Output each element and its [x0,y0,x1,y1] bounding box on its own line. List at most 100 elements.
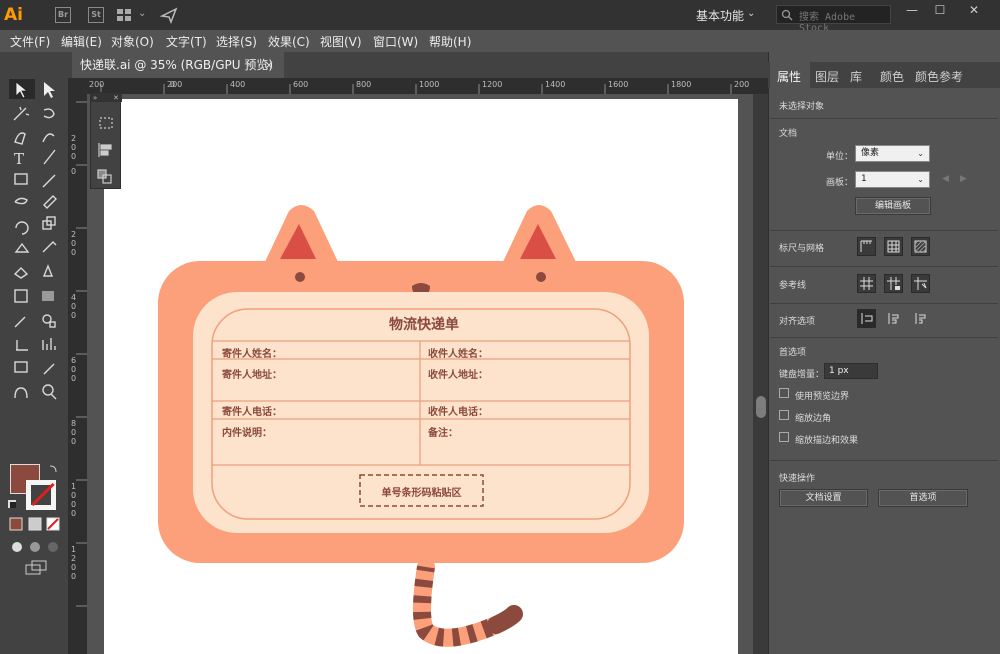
tab-layers[interactable]: 图层 [815,68,839,85]
align-to-selection-icon[interactable] [857,309,876,328]
next-artboard-icon[interactable]: ▶ [960,174,967,184]
svg-text:»: » [93,94,97,102]
menu-select[interactable]: 选择(S) [216,33,257,50]
smart-guides-icon[interactable] [911,274,930,293]
bridge-button[interactable]: Br [55,7,71,23]
align-panel-icons: » ✕ [91,93,122,184]
scale-corners-label: 缩放边角 [795,414,832,424]
ruler-v-label: 1 0 0 0 [71,482,77,518]
keyboard-increment-label: 键盘增量： [779,370,825,380]
units-dropdown[interactable]: 像素 ⌄ [855,145,930,162]
menu-file[interactable]: 文件(F) [10,33,50,50]
quick-actions-title: 快速操作 [779,474,816,484]
floating-align-panel: » ✕ [90,92,122,189]
menu-object[interactable]: 对象(O) [111,33,154,50]
menu-window[interactable]: 窗口(W) [373,33,418,50]
divider [770,460,998,461]
workspace-switcher[interactable]: 基本功能 [696,7,744,24]
chevron-down-icon: ⌄ [917,175,924,184]
menu-help[interactable]: 帮助(H) [429,33,471,50]
receiver-name-label: 收件人姓名： [428,349,488,360]
scale-corners-checkbox[interactable] [779,410,789,420]
guides-title: 参考线 [779,281,807,291]
transparency-grid-icon[interactable] [911,237,930,256]
scrollbar-thumb[interactable] [756,396,766,418]
document-setup-button[interactable]: 文档设置 [779,489,868,507]
edit-artboards-button[interactable]: 编辑画板 [855,197,931,215]
units-label: 单位： [826,152,854,162]
close-tab-icon[interactable]: × [264,52,274,78]
vertical-ruler[interactable]: 2 0 0 0 2 0 0 4 0 0 6 0 0 8 0 0 1 0 0 0 … [68,94,87,654]
ruler-origin[interactable] [68,78,87,94]
tab-color[interactable]: 颜色 [880,68,904,85]
vertical-scrollbar[interactable] [753,94,768,654]
tab-libraries[interactable]: 库 [850,68,862,85]
artboard-dropdown[interactable]: 1 ⌄ [855,171,930,188]
document-tab[interactable]: 快递联.ai @ 35% (RGB/GPU 预览) × [72,52,284,78]
sender-phone-label: 寄件人电话： [222,407,282,418]
tab-color-guide[interactable]: 颜色参考 [915,68,963,85]
document-section-title: 文档 [779,129,798,139]
title-bar: Ai Br St ⌄ 基本功能 ⌄ 搜索 Adobe Stock — ☐ ✕ [0,0,1000,34]
document-tab-title: 快递联.ai @ 35% (RGB/GPU 预览) [80,58,274,72]
search-icon [781,9,793,21]
show-guides-icon[interactable] [857,274,876,293]
keyboard-increment-input[interactable]: 1 px [824,363,878,379]
artboard[interactable]: 物流快递单 寄件人姓名： 收件人姓名： 寄件人地址： 收件人地址： 寄件人电话：… [104,99,738,654]
chevron-down-icon[interactable]: ⌄ [747,8,755,19]
tab-properties[interactable]: 属性 [777,68,801,85]
ruler-v-label: 1 2 0 0 [71,545,77,581]
lock-guides-icon[interactable] [884,274,903,293]
align-options-title: 对齐选项 [779,317,816,327]
divider [770,266,998,267]
ruler-v-label: 2 0 0 [71,230,77,257]
ruler-h-label: 400 [230,80,246,89]
express-label-artwork[interactable] [104,99,738,654]
label-title: 物流快递单 [389,317,459,333]
stock-button[interactable]: St [88,7,104,23]
ruler-v-label: 6 0 0 [71,356,77,383]
remarks-label: 备注： [428,428,458,439]
align-to-artboard-icon[interactable] [911,309,930,328]
maximize-button[interactable]: ☐ [926,0,954,22]
receiver-address-label: 收件人地址： [428,370,488,381]
ruler-h-label: 800 [356,80,372,89]
use-preview-bounds-label: 使用预览边界 [795,392,850,402]
illustrator-window: Ai Br St ⌄ 基本功能 ⌄ 搜索 Adobe Stock — ☐ ✕ 文… [0,0,1000,654]
ruler-v-label: 4 0 0 [71,293,77,320]
align-to-key-object-icon[interactable] [884,309,903,328]
ruler-h-label: 1000 [419,80,440,89]
horizontal-ruler[interactable]: 200 0 200 400 600 800 1000 1200 1400 160… [87,78,768,94]
close-window-button[interactable]: ✕ [960,0,988,22]
prev-artboard-icon[interactable]: ◀ [942,174,949,184]
scale-strokes-checkbox[interactable] [779,432,789,442]
arrange-documents-icon[interactable] [117,9,131,21]
receiver-phone-label: 收件人电话： [428,407,488,418]
ruler-h-label: 1800 [671,80,692,89]
ruler-h-label: 200 [167,80,183,89]
rulers-icon[interactable] [857,237,876,256]
ruler-h-label: 1200 [482,80,503,89]
stock-search-input[interactable]: 搜索 Adobe Stock [776,5,891,34]
svg-text:T: T [14,150,24,168]
chevron-down-icon[interactable]: ⌄ [138,8,146,19]
sender-name-label: 寄件人姓名： [222,349,282,360]
grid-icon[interactable] [884,237,903,256]
ruler-v-label: 2 0 0 [71,134,77,161]
no-selection-text: 未选择对象 [779,102,825,112]
svg-text:✕: ✕ [113,94,119,102]
gpu-performance-icon[interactable] [159,6,178,28]
menu-effect[interactable]: 效果(C) [268,33,310,50]
menu-edit[interactable]: 编辑(E) [61,33,102,50]
contents-label: 内件说明： [222,428,272,439]
tools-icons: T [9,79,57,400]
app-logo: Ai [4,5,23,25]
use-preview-bounds-checkbox[interactable] [779,388,789,398]
units-value: 像素 [861,148,880,158]
preferences-button[interactable]: 首选项 [878,489,968,507]
menu-view[interactable]: 视图(V) [320,33,362,50]
minimize-button[interactable]: — [898,0,926,22]
left-eye [295,272,305,282]
menu-type[interactable]: 文字(T) [166,33,207,50]
divider [770,118,998,119]
